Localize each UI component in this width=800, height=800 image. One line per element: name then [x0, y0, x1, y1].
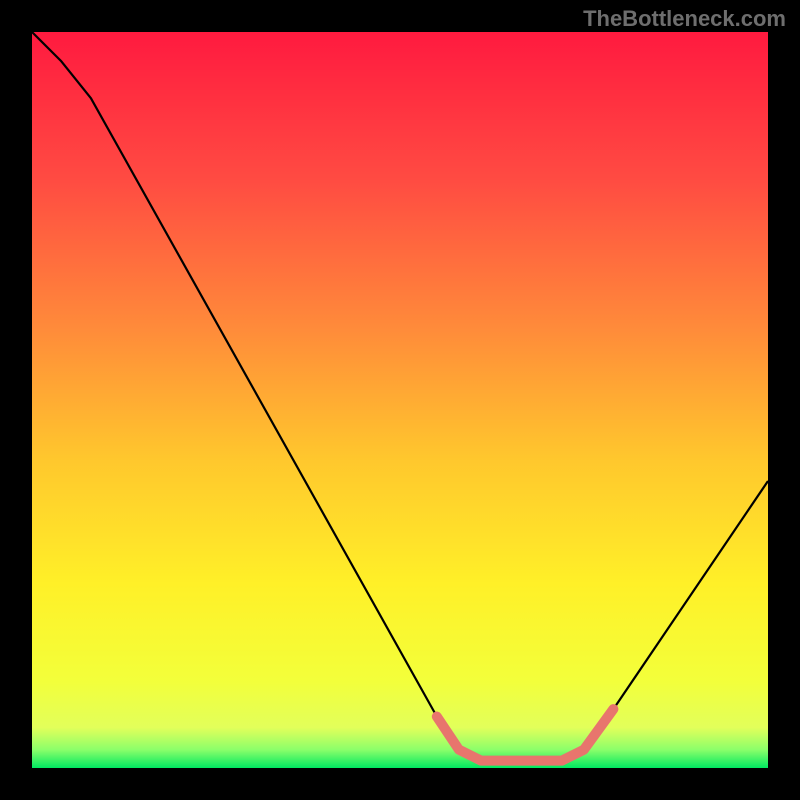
- chart-container: TheBottleneck.com: [0, 0, 800, 800]
- bottleneck-chart: [0, 0, 800, 800]
- watermark-text: TheBottleneck.com: [583, 6, 786, 32]
- plot-background: [32, 32, 768, 768]
